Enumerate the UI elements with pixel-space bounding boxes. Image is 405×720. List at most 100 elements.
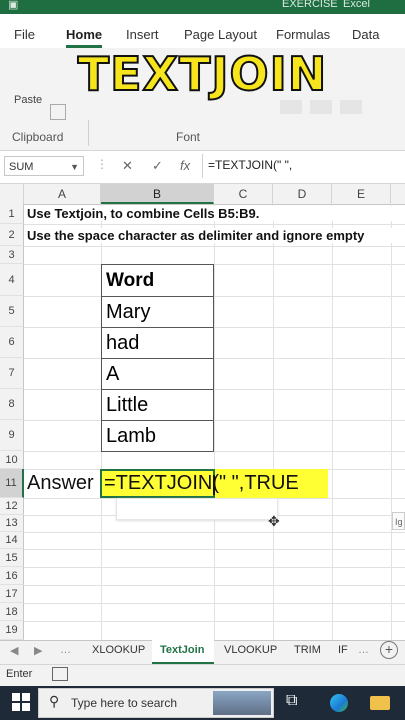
enter-icon[interactable]: ✓: [152, 158, 163, 174]
search-icon: ⚲: [49, 693, 60, 709]
row-header[interactable]: 4: [0, 264, 24, 296]
name-box[interactable]: SUM ▼: [4, 156, 84, 176]
search-placeholder: Type here to search: [71, 696, 178, 710]
select-all-corner[interactable]: [0, 184, 24, 204]
gridline: [273, 204, 274, 640]
table-header-word[interactable]: Word: [101, 264, 214, 297]
gridline: [24, 451, 405, 452]
gridline: [24, 532, 405, 533]
gridline: [24, 246, 405, 247]
argument-hint: Ig: [392, 512, 405, 530]
group-divider: [88, 120, 89, 146]
file-name: EXERCISE: [282, 0, 338, 10]
row-header[interactable]: 3: [0, 246, 24, 264]
gridline: [214, 204, 215, 640]
column-header-a[interactable]: A: [24, 184, 101, 204]
row-header[interactable]: 5: [0, 296, 24, 327]
row-header[interactable]: 11: [0, 469, 24, 498]
row-header[interactable]: 16: [0, 567, 24, 585]
row-header[interactable]: 10: [0, 451, 24, 469]
list-item[interactable]: had: [101, 327, 214, 359]
answer-label[interactable]: Answer: [27, 472, 94, 495]
row-header[interactable]: 18: [0, 603, 24, 621]
sheet-tab-textjoin[interactable]: TextJoin: [160, 644, 204, 656]
gridline: [332, 204, 333, 640]
video-title-banner: TEXTJOIN: [77, 47, 328, 101]
column-header-b[interactable]: B: [101, 184, 214, 204]
tab-home[interactable]: Home: [66, 27, 103, 48]
formula-divider: [202, 154, 203, 178]
prev-sheet-icon[interactable]: ◀: [10, 644, 18, 657]
task-view-icon[interactable]: ⧉: [286, 692, 297, 710]
formula-input[interactable]: =TEXTJOIN(" ",: [208, 158, 292, 172]
gridline: [24, 420, 405, 421]
row-header[interactable]: 1: [0, 204, 24, 224]
taskbar-search-input[interactable]: ⚲ Type here to search: [38, 688, 274, 718]
font-color-icon[interactable]: [340, 100, 362, 114]
more-sheets-icon[interactable]: …: [60, 644, 71, 656]
gridline: [391, 204, 392, 640]
group-clipboard-label: Clipboard: [12, 130, 64, 144]
instruction-row-1[interactable]: Use Textjoin, to combine Cells B5:B9.: [27, 206, 402, 221]
column-header-c[interactable]: C: [214, 184, 273, 204]
gridline: [24, 585, 405, 586]
sheet-tab-xlookup[interactable]: XLOOKUP: [92, 644, 145, 656]
row-header[interactable]: 9: [0, 420, 24, 451]
gridline: [24, 264, 405, 265]
list-item[interactable]: Mary: [101, 296, 214, 328]
list-item[interactable]: Little: [101, 389, 214, 421]
save-icon[interactable]: ▣: [8, 0, 18, 11]
row-header[interactable]: 14: [0, 532, 24, 549]
active-cell-border: [100, 469, 215, 498]
gridline: [24, 567, 405, 568]
function-tooltip: [116, 498, 278, 520]
file-explorer-icon[interactable]: [370, 696, 390, 710]
gridline: [24, 358, 405, 359]
chevron-down-icon[interactable]: ▼: [70, 157, 79, 177]
row-header[interactable]: 7: [0, 358, 24, 389]
tab-data[interactable]: Data: [352, 27, 379, 42]
column-header-bar: A B C D E: [0, 184, 405, 205]
list-item[interactable]: Lamb: [101, 420, 214, 452]
sheet-tab-trim[interactable]: TRIM: [294, 644, 321, 656]
windows-start-icon[interactable]: [12, 693, 30, 711]
gridline: [24, 389, 405, 390]
tab-insert[interactable]: Insert: [126, 27, 159, 42]
column-header-e[interactable]: E: [332, 184, 391, 204]
insert-function-icon[interactable]: fx: [180, 158, 190, 173]
row-header[interactable]: 6: [0, 327, 24, 358]
row-header[interactable]: 2: [0, 224, 24, 246]
accessibility-icon[interactable]: [52, 667, 68, 681]
borders-icon[interactable]: [280, 100, 302, 114]
tab-page-layout[interactable]: Page Layout: [184, 27, 257, 42]
add-sheet-icon[interactable]: +: [380, 641, 398, 659]
row-header[interactable]: 8: [0, 389, 24, 420]
gridline: [24, 621, 405, 622]
status-mode: Enter: [6, 668, 33, 680]
tab-formulas[interactable]: Formulas: [276, 27, 330, 42]
gridline: [24, 327, 405, 328]
list-item[interactable]: A: [101, 358, 214, 390]
title-bar: ▣ EXERCISE Excel: [0, 0, 405, 14]
more-sheets-icon[interactable]: …: [358, 644, 369, 656]
row-header[interactable]: 13: [0, 515, 24, 532]
row-header[interactable]: 12: [0, 498, 24, 515]
sheet-tab-if[interactable]: IF: [338, 644, 348, 656]
cancel-icon[interactable]: ✕: [122, 158, 133, 174]
row-header[interactable]: 17: [0, 585, 24, 603]
row-header[interactable]: 19: [0, 621, 24, 640]
fill-color-icon[interactable]: [310, 100, 332, 114]
edge-browser-icon[interactable]: [330, 694, 348, 712]
instruction-row-2[interactable]: Use the space character as delimiter and…: [27, 228, 405, 243]
tab-file[interactable]: File: [14, 27, 35, 42]
gridline: [24, 296, 405, 297]
drag-handle-icon[interactable]: ⋮: [96, 157, 108, 171]
column-header-d[interactable]: D: [273, 184, 332, 204]
next-sheet-icon[interactable]: ▶: [34, 644, 42, 657]
search-highlight-image: [213, 691, 271, 715]
sheet-tab-vlookup[interactable]: VLOOKUP: [224, 644, 277, 656]
gridline: [24, 224, 405, 225]
row-header[interactable]: 15: [0, 549, 24, 567]
gridline: [24, 549, 405, 550]
copy-icon[interactable]: [50, 104, 66, 120]
